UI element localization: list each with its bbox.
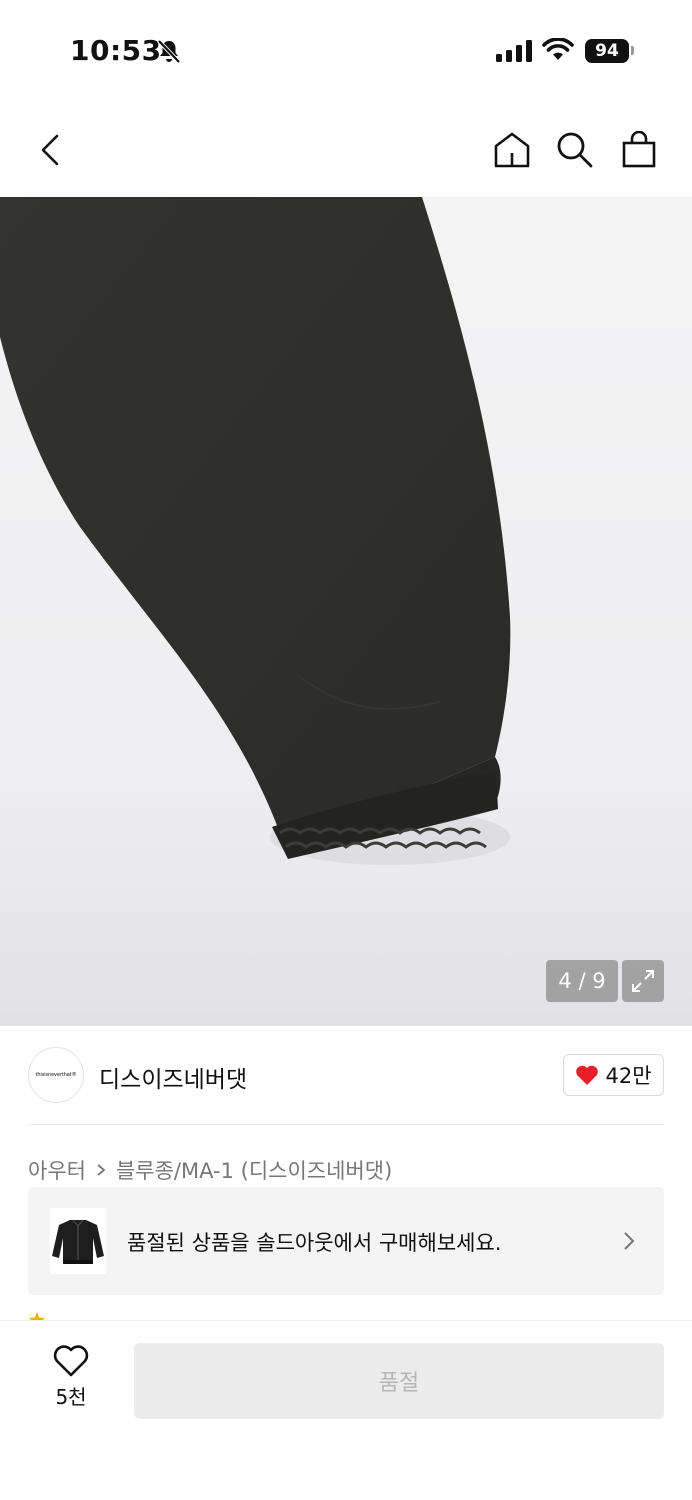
home-icon	[494, 132, 530, 168]
wishlist-button[interactable]: 5천	[36, 1345, 106, 1415]
battery-indicator: 94	[585, 39, 629, 63]
bottom-action-bar: 5천 품절	[0, 1320, 692, 1500]
product-image[interactable]: 4 / 9	[0, 197, 692, 1026]
status-time: 10:53	[70, 34, 162, 67]
cellular-signal-icon	[496, 40, 532, 62]
chevron-left-icon	[41, 134, 59, 166]
soldout-product-thumbnail	[50, 1208, 106, 1274]
brand-like-count: 42만	[605, 1064, 652, 1088]
jacket-thumbnail-icon	[52, 1219, 104, 1264]
breadcrumb: 아우터 블루종/MA-1 (디스이즈네버댓)	[28, 1155, 392, 1185]
status-bar: 10:53 94	[0, 0, 692, 100]
shopping-bag-icon	[622, 131, 656, 168]
heart-filled-icon	[576, 1065, 599, 1085]
chevron-right-icon	[97, 1164, 106, 1176]
divider	[28, 1124, 664, 1125]
bell-off-icon	[157, 39, 181, 64]
wishlist-count: 5천	[55, 1385, 87, 1409]
battery-cap	[631, 46, 634, 55]
breadcrumb-category[interactable]: 아우터	[28, 1155, 86, 1185]
breadcrumb-subcategory[interactable]: 블루종/MA-1 (디스이즈네버댓)	[116, 1155, 392, 1185]
heart-outline-icon	[53, 1345, 89, 1377]
search-button[interactable]	[551, 126, 599, 174]
garment-sleeve-illustration	[0, 197, 511, 865]
brand-like-button[interactable]: 42만	[563, 1054, 664, 1096]
brand-logo-text: thisisneverthat®	[35, 1072, 77, 1078]
search-icon	[557, 132, 593, 168]
shopping-bag-button[interactable]	[615, 126, 663, 174]
chevron-right-icon	[624, 1232, 635, 1250]
soldout-banner[interactable]: 품절된 상품을 솔드아웃에서 구매해보세요.	[28, 1187, 664, 1295]
expand-icon	[632, 970, 654, 992]
expand-image-button[interactable]	[622, 960, 664, 1002]
back-button[interactable]	[26, 126, 74, 174]
brand-logo[interactable]: thisisneverthat®	[28, 1047, 84, 1103]
image-counter: 4 / 9	[546, 960, 618, 1002]
soldout-banner-text: 품절된 상품을 솔드아웃에서 구매해보세요.	[127, 1231, 502, 1255]
brand-name[interactable]: 디스이즈네버댓	[99, 1060, 247, 1094]
home-button[interactable]	[488, 126, 536, 174]
buy-button-disabled[interactable]: 품절	[134, 1343, 664, 1419]
wifi-icon	[542, 38, 574, 60]
